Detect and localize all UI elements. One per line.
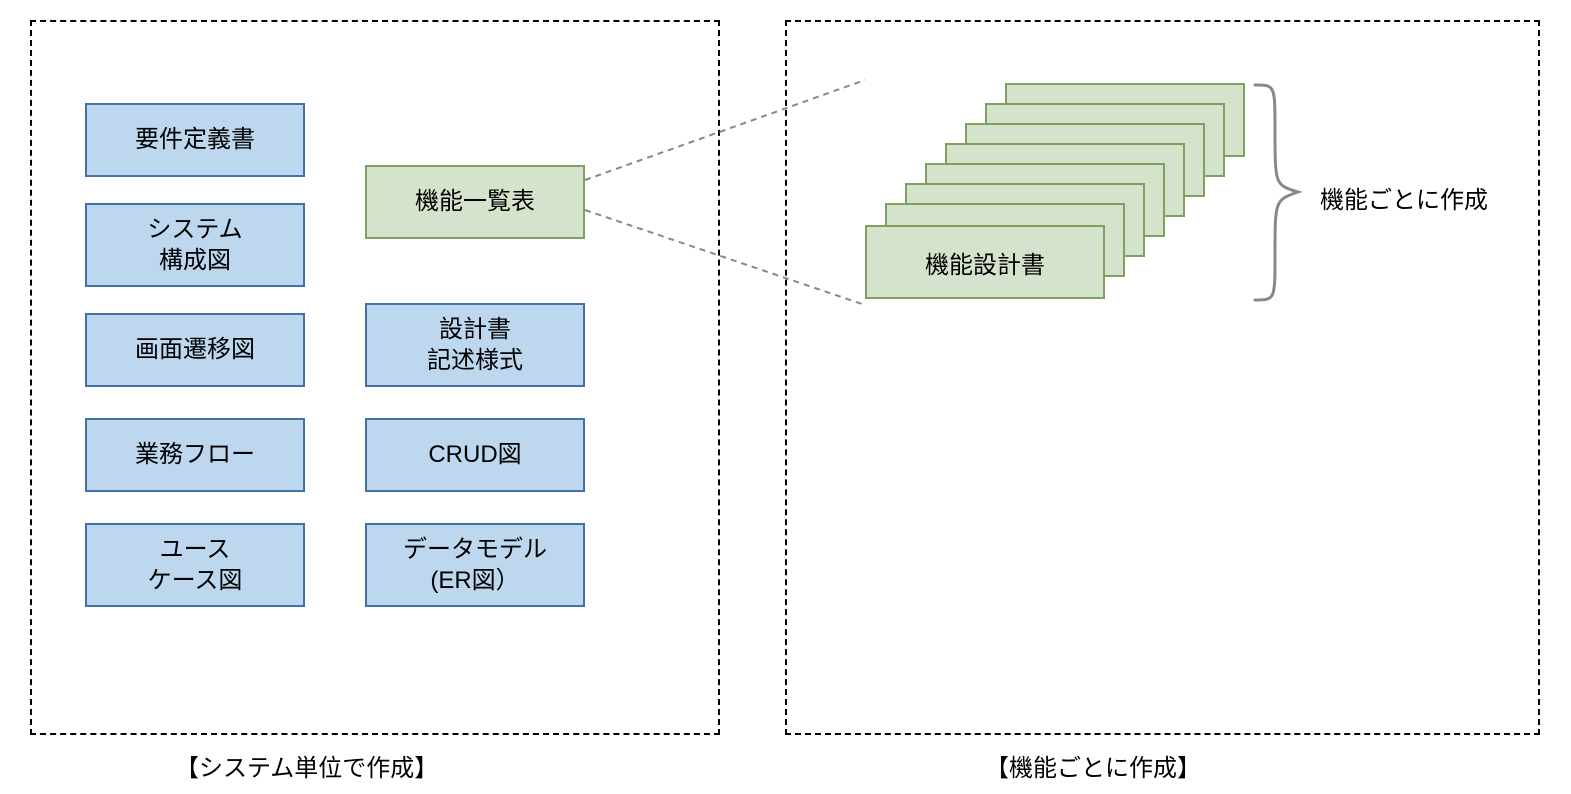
doc-system-structure: システム構成図 (85, 203, 305, 287)
doc-requirements: 要件定義書 (85, 103, 305, 177)
doc-data-model: データモデル(ER図） (365, 523, 585, 607)
doc-label: 画面遷移図 (135, 334, 255, 365)
doc-business-flow: 業務フロー (85, 418, 305, 492)
stack-label: 機能設計書 (925, 245, 1045, 280)
doc-label: 機能一覧表 (415, 186, 535, 217)
doc-design-format: 設計書記述様式 (365, 303, 585, 387)
doc-label: 要件定義書 (135, 124, 255, 155)
doc-function-list: 機能一覧表 (365, 165, 585, 239)
doc-label: CRUD図 (428, 439, 521, 470)
doc-usecase-diagram: ユースケース図 (85, 523, 305, 607)
doc-screen-transition: 画面遷移図 (85, 313, 305, 387)
doc-label: 設計書記述様式 (427, 314, 523, 376)
caption-per-function: 【機能ごとに作成】 (985, 748, 1201, 783)
doc-label: 業務フロー (135, 439, 255, 470)
stack-card-front: 機能設計書 (865, 225, 1105, 299)
annotation-per-function: 機能ごとに作成 (1320, 180, 1488, 215)
doc-label: ユースケース図 (148, 534, 243, 596)
doc-crud-diagram: CRUD図 (365, 418, 585, 492)
caption-system-unit: 【システム単位で作成】 (175, 748, 438, 783)
doc-label: システム構成図 (147, 214, 242, 276)
doc-label: データモデル(ER図） (403, 534, 547, 596)
